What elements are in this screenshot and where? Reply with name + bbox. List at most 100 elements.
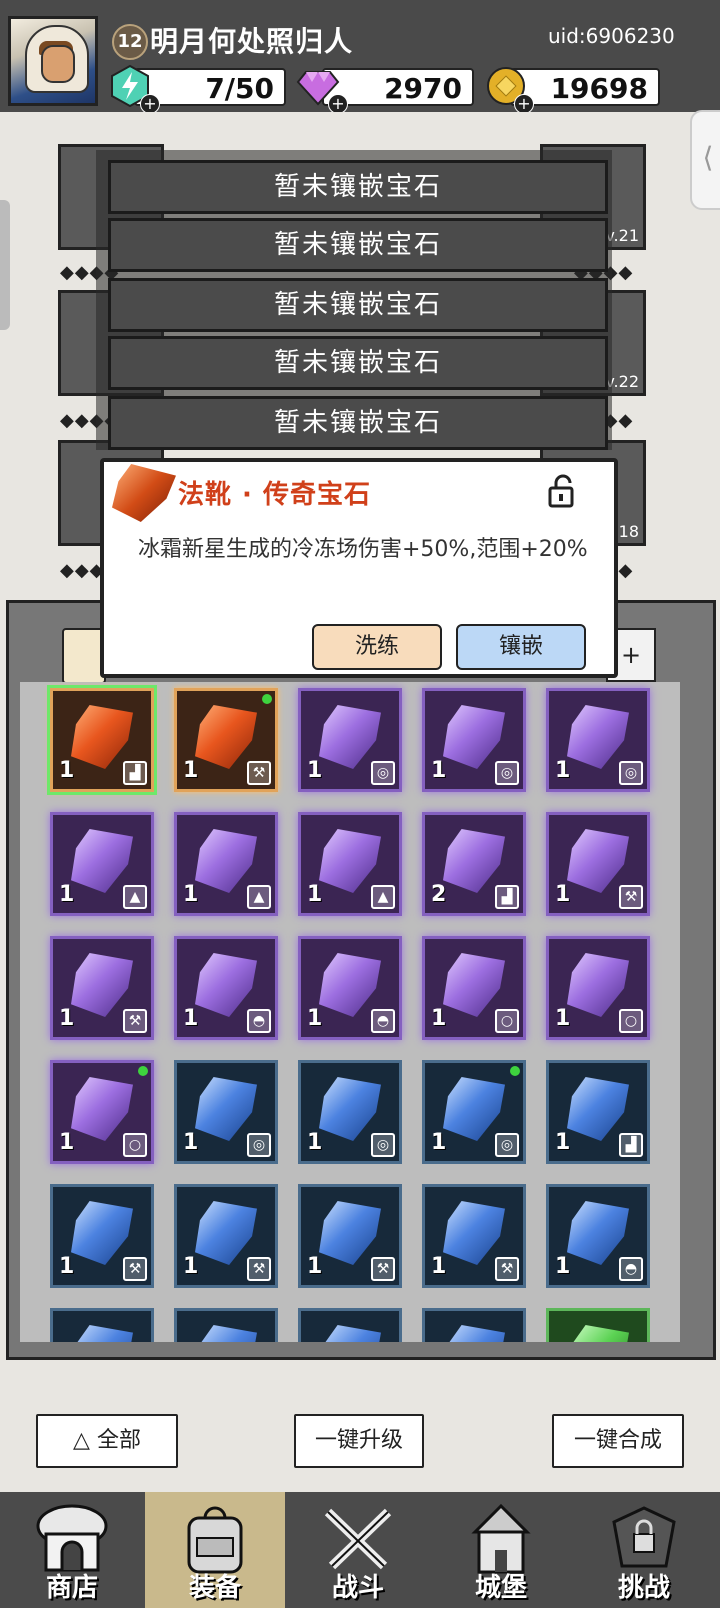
gem-cell[interactable]: 1 ◎ (546, 688, 650, 792)
gem-cell[interactable]: 1 ◎ (298, 688, 402, 792)
gem-cell[interactable] (174, 1308, 278, 1342)
gold-plus-icon[interactable]: + (514, 94, 534, 114)
gem-cell[interactable] (422, 1308, 526, 1342)
nav-label: 商店 (45, 1573, 98, 1603)
ring-slot-icon: ◎ (371, 761, 395, 785)
gem-cell[interactable] (546, 1308, 650, 1342)
gem-cell[interactable]: 1 ○ (422, 936, 526, 1040)
gem-cell[interactable]: 1 ◓ (298, 936, 402, 1040)
new-indicator-dot (510, 1066, 520, 1076)
filter-all-button[interactable]: △ 全部 (36, 1414, 178, 1468)
gem-socket-1[interactable]: 暂未镶嵌宝石 (108, 160, 608, 214)
nav-tab-shop[interactable]: 商店 (2, 1492, 142, 1608)
gem-count: 1 (183, 1130, 199, 1155)
upgrade-all-button[interactable]: 一键升级 (294, 1414, 424, 1468)
gem-count: 1 (59, 882, 75, 907)
gem-count: 1 (307, 1130, 323, 1155)
gem-cell[interactable]: 1 ○ (546, 936, 650, 1040)
gem-socket-3[interactable]: 暂未镶嵌宝石 (108, 278, 608, 332)
hammer-slot-icon: ⚒ (495, 1257, 519, 1281)
gem-count: 1 (183, 882, 199, 907)
blue-gem-icon (195, 1077, 257, 1141)
gem-count: 1 (555, 1254, 571, 1279)
gem-description: 冰霜新星生成的冷冻场伤害+50%,范围+20% (138, 537, 588, 562)
refine-button[interactable]: 洗练 (312, 624, 442, 670)
blue-gem-icon (319, 1201, 381, 1265)
gem-cell[interactable]: 1 ⚒ (50, 936, 154, 1040)
gem-cell[interactable]: 1 ◎ (422, 688, 526, 792)
gem-cell[interactable]: 1 ⚒ (174, 688, 278, 792)
armor-slot-icon: ▲ (123, 885, 147, 909)
purple-gem-icon (443, 705, 505, 769)
blue-gem-icon (319, 1077, 381, 1141)
gem-count: 1 (59, 1006, 75, 1031)
gem-socket-4[interactable]: 暂未镶嵌宝石 (108, 336, 608, 390)
necklace-slot-icon: ○ (619, 1009, 643, 1033)
gem-cell[interactable]: 1 ◎ (422, 1060, 526, 1164)
hammer-slot-icon: ⚒ (371, 1257, 395, 1281)
gem-cell[interactable]: 1 ▲ (298, 812, 402, 916)
player-level-badge: 12 (112, 24, 148, 60)
diamond-value: 2970 (384, 72, 462, 105)
gem-cell[interactable]: 1 ▟ (47, 685, 157, 795)
merge-all-button[interactable]: 一键合成 (552, 1414, 684, 1468)
purple-gem-icon (443, 953, 505, 1017)
triangle-icon: △ (73, 1428, 90, 1453)
helmet-slot-icon: ◓ (371, 1009, 395, 1033)
blue-gem-icon (195, 1325, 257, 1342)
energy-plus-icon[interactable]: + (140, 94, 160, 114)
gem-socket-2[interactable]: 暂未镶嵌宝石 (108, 218, 608, 272)
gem-count: 1 (183, 758, 199, 783)
gem-cell[interactable]: 1 ▟ (546, 1060, 650, 1164)
gem-cell[interactable]: 1 ◓ (174, 936, 278, 1040)
shop-icon (32, 1504, 112, 1574)
player-avatar[interactable] (8, 16, 98, 106)
blue-gem-icon (195, 1201, 257, 1265)
blue-gem-icon (71, 1325, 133, 1342)
challenge-icon (604, 1504, 684, 1574)
gem-grid: 1 ▟ 1 ⚒ 1 ◎ 1 ◎ 1 ◎ 1 ▲ 1 ▲ 1 ▲ 2 ▟ 1 ⚒ 1 ⚒ 1 ◓ 1 ◓ 1 ○ 1 ○ 1 ○ 1 ◎ 1 ◎ 1 ◎ 1 ▟… (20, 682, 680, 1342)
nav-tab-swords[interactable]: 战斗 (288, 1492, 428, 1608)
purple-gem-icon (319, 829, 381, 893)
gem-count: 1 (431, 1254, 447, 1279)
gem-cell[interactable]: 1 ◎ (174, 1060, 278, 1164)
inlay-button[interactable]: 镶嵌 (456, 624, 586, 670)
gem-cell[interactable]: 1 ▲ (174, 812, 278, 916)
ring-slot-icon: ◎ (247, 1133, 271, 1157)
gem-cell[interactable]: 1 ○ (50, 1060, 154, 1164)
purple-gem-icon (195, 829, 257, 893)
armor-slot-icon: ▲ (371, 885, 395, 909)
gem-count: 1 (555, 1006, 571, 1031)
gem-cell[interactable]: 2 ▟ (422, 812, 526, 916)
diamond-plus-icon[interactable]: + (328, 94, 348, 114)
boot-slot-icon: ▟ (123, 761, 147, 785)
unlock-icon[interactable] (546, 474, 580, 508)
blue-gem-icon (443, 1325, 505, 1342)
blue-gem-icon (71, 1201, 133, 1265)
gem-cell[interactable]: 1 ▲ (50, 812, 154, 916)
side-collapse-tab[interactable]: ⟨ (690, 110, 720, 210)
necklace-slot-icon: ○ (495, 1009, 519, 1033)
nav-tab-backpack[interactable]: 装备 (145, 1492, 285, 1608)
gem-cell[interactable]: 1 ◎ (298, 1060, 402, 1164)
gem-cell[interactable]: 1 ⚒ (298, 1184, 402, 1288)
gem-cell[interactable]: 1 ◓ (546, 1184, 650, 1288)
gem-socket-5[interactable]: 暂未镶嵌宝石 (108, 396, 608, 450)
ring-slot-icon: ◎ (495, 761, 519, 785)
gem-cell[interactable]: 1 ⚒ (422, 1184, 526, 1288)
gem-cell[interactable]: 1 ⚒ (174, 1184, 278, 1288)
gem-count: 1 (431, 758, 447, 783)
gem-cell[interactable] (50, 1308, 154, 1342)
purple-gem-icon (319, 953, 381, 1017)
nav-tab-castle[interactable]: 城堡 (431, 1492, 571, 1608)
gem-title: 法靴 · 传奇宝石 (178, 480, 371, 510)
gem-cell[interactable]: 1 ⚒ (50, 1184, 154, 1288)
player-name: 明月何处照归人 (150, 25, 354, 58)
ring-slot-icon: ◎ (495, 1133, 519, 1157)
left-scroll-handle[interactable] (0, 200, 10, 330)
nav-tab-challenge[interactable]: 挑战 (574, 1492, 714, 1608)
gem-cell[interactable] (298, 1308, 402, 1342)
gold-value: 19698 (550, 72, 648, 105)
gem-cell[interactable]: 1 ⚒ (546, 812, 650, 916)
purple-gem-icon (567, 829, 629, 893)
